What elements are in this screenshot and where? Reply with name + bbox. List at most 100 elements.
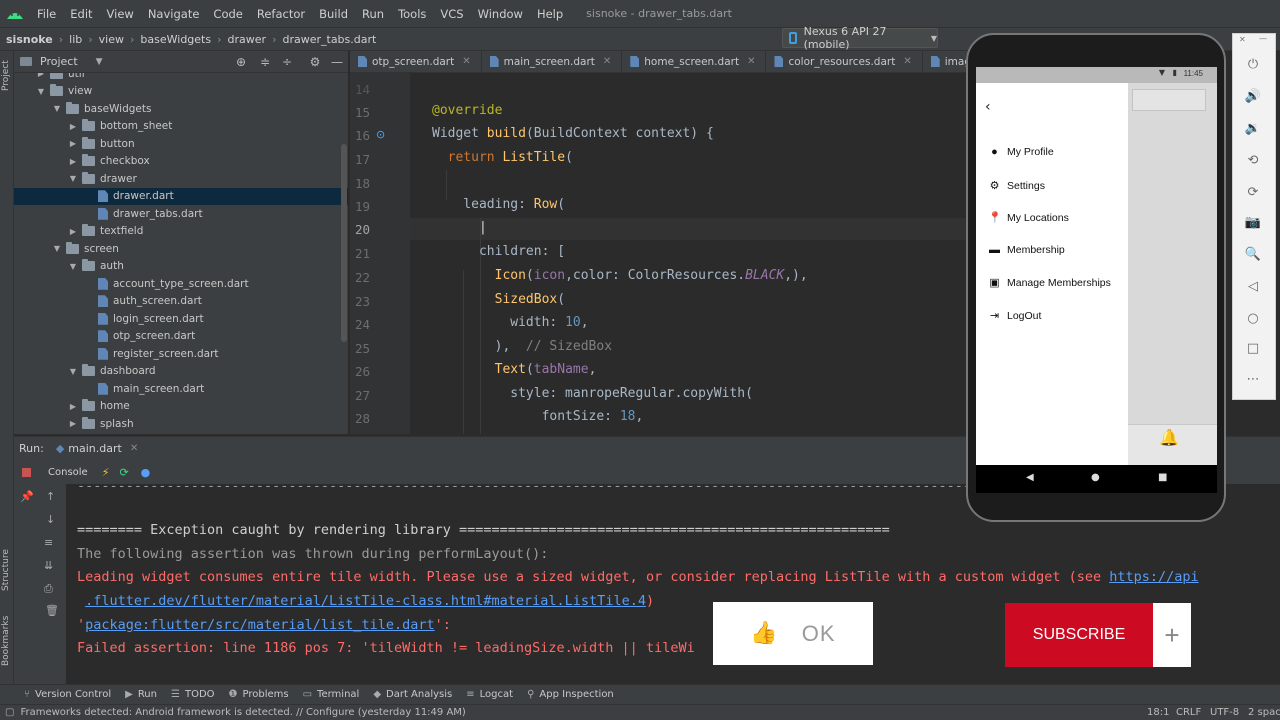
tree-file[interactable]: drawer_tabs.dart: [14, 205, 348, 223]
tree-folder[interactable]: ▶ home: [14, 398, 348, 416]
home-icon[interactable]: ○: [1243, 311, 1263, 326]
chevron-down-icon[interactable]: ▼: [68, 262, 78, 271]
minimize-icon[interactable]: —: [1259, 34, 1267, 43]
minimize-icon[interactable]: —: [330, 55, 344, 69]
scroll-to-end-icon[interactable]: ⇊: [44, 559, 53, 572]
menu-window[interactable]: Window: [471, 7, 530, 21]
side-tab-project[interactable]: Project: [1, 60, 11, 91]
subscribe-button[interactable]: SUBSCRIBE: [1005, 603, 1153, 667]
run-config-tab[interactable]: main.dart: [68, 442, 122, 455]
hot-reload-icon[interactable]: ⚡: [102, 466, 110, 479]
tool-dart-analysis[interactable]: ◆ Dart Analysis: [373, 689, 452, 700]
close-icon[interactable]: ✕: [903, 56, 911, 67]
drawer-item[interactable]: ▣ Manage Memberships: [988, 276, 1111, 290]
docs-link-continued[interactable]: .flutter.dev/flutter/material/ListTile-c…: [85, 593, 646, 609]
hot-restart-icon[interactable]: ⟳: [119, 466, 128, 479]
tree-file[interactable]: login_screen.dart: [14, 310, 348, 328]
rotate-right-icon[interactable]: ⟳: [1243, 185, 1263, 200]
locate-icon[interactable]: ⊕: [234, 55, 248, 69]
chevron-down-icon[interactable]: ▼: [68, 367, 78, 376]
plus-button[interactable]: +: [1153, 603, 1191, 667]
chevron-down-icon[interactable]: ▼: [68, 174, 78, 183]
chevron-down-icon[interactable]: ▼: [96, 57, 103, 67]
menu-tools[interactable]: Tools: [391, 7, 433, 21]
side-tab-bookmarks[interactable]: Bookmarks: [1, 616, 11, 666]
menu-edit[interactable]: Edit: [63, 7, 99, 21]
chevron-right-icon[interactable]: ▶: [68, 419, 78, 428]
devtools-icon[interactable]: ●: [141, 466, 151, 479]
tree-folder[interactable]: ▶ bottom_sheet: [14, 118, 348, 136]
zoom-icon[interactable]: 🔍: [1243, 247, 1263, 262]
tree-folder[interactable]: ▶ checkbox: [14, 153, 348, 171]
back-icon[interactable]: ◁: [1243, 279, 1263, 294]
override-gutter-icon[interactable]: ⊙: [376, 128, 385, 141]
gear-icon[interactable]: ⚙: [308, 55, 322, 69]
breadcrumb-file[interactable]: drawer_tabs.dart: [282, 33, 376, 46]
breadcrumb-view[interactable]: view: [99, 33, 124, 46]
drawer-item[interactable]: ⚙ Settings: [988, 179, 1045, 193]
tab-otp-screen[interactable]: otp_screen.dart ✕: [350, 51, 482, 72]
chevron-down-icon[interactable]: ▼: [52, 104, 62, 113]
arrow-up-icon[interactable]: ↑: [46, 490, 55, 503]
tree-folder[interactable]: ▶ textfield: [14, 223, 348, 241]
pin-icon[interactable]: 📌: [20, 490, 34, 503]
volume-up-icon[interactable]: 🔊: [1243, 89, 1263, 104]
tree-file[interactable]: otp_screen.dart: [14, 328, 348, 346]
breadcrumb-lib[interactable]: lib: [69, 33, 82, 46]
chevron-down-icon[interactable]: ▼: [52, 244, 62, 253]
console-tab[interactable]: Console: [48, 467, 88, 478]
close-icon[interactable]: ✕: [462, 56, 470, 67]
expand-all-icon[interactable]: ≑: [258, 55, 272, 69]
arrow-down-icon[interactable]: ↓: [46, 513, 55, 526]
tool-version-control[interactable]: ⑂ Version Control: [24, 689, 111, 700]
menu-view[interactable]: View: [100, 7, 141, 21]
device-selector[interactable]: Nexus 6 API 27 (mobile) ▼: [782, 25, 938, 51]
tree-folder[interactable]: ▼ dashboard: [14, 363, 348, 381]
package-link[interactable]: package:flutter/src/material/list_tile.d…: [85, 617, 435, 633]
volume-down-icon[interactable]: 🔉: [1243, 121, 1263, 136]
soft-wrap-icon[interactable]: ≡: [44, 536, 53, 549]
menu-refactor[interactable]: Refactor: [250, 7, 312, 21]
tree-file[interactable]: account_type_screen.dart: [14, 275, 348, 293]
breadcrumb-project[interactable]: sisnoke: [6, 33, 53, 46]
stop-icon[interactable]: [22, 467, 31, 477]
collapse-all-icon[interactable]: ÷: [280, 55, 294, 69]
chevron-down-icon[interactable]: ▼: [36, 87, 46, 96]
drawer-item[interactable]: ▬ Membership: [988, 244, 1065, 256]
power-icon[interactable]: ⏻: [1243, 57, 1263, 72]
cursor-position[interactable]: 18:1: [1147, 707, 1169, 718]
chevron-right-icon[interactable]: ▶: [68, 122, 78, 131]
file-encoding[interactable]: UTF-8: [1210, 707, 1239, 718]
breadcrumb-drawer[interactable]: drawer: [228, 33, 267, 46]
tree-file[interactable]: main_screen.dart: [14, 380, 348, 398]
menu-file[interactable]: File: [30, 7, 63, 21]
overview-icon[interactable]: □: [1243, 341, 1263, 356]
tab-color-resources[interactable]: color_resources.dart ✕: [766, 51, 923, 72]
tree-folder[interactable]: ▶ button: [14, 135, 348, 153]
tree-folder[interactable]: ▼ auth: [14, 258, 348, 276]
nav-home-icon[interactable]: ●: [1091, 472, 1100, 483]
indent-setting[interactable]: 2 spac: [1248, 707, 1280, 718]
tree-folder[interactable]: ▼ view: [14, 83, 348, 101]
chevron-right-icon[interactable]: ▶: [68, 402, 78, 411]
side-tab-structure[interactable]: Structure: [1, 549, 11, 591]
nav-recents-icon[interactable]: ■: [1158, 472, 1167, 483]
menu-run[interactable]: Run: [355, 7, 391, 21]
project-panel-header[interactable]: Project ▼: [14, 51, 348, 73]
drawer-item[interactable]: 📍 My Locations: [988, 211, 1069, 225]
close-icon[interactable]: ✕: [1239, 35, 1246, 44]
tree-file[interactable]: auth_screen.dart: [14, 293, 348, 311]
tree-file[interactable]: drawer.dart: [14, 187, 348, 205]
nav-back-icon[interactable]: ◀: [1026, 472, 1034, 483]
menu-vcs[interactable]: VCS: [433, 7, 470, 21]
project-tree-scrollbar[interactable]: [341, 144, 347, 342]
tree-folder[interactable]: ▶ splash: [14, 415, 348, 433]
tree-file[interactable]: register_screen.dart: [14, 345, 348, 363]
status-message[interactable]: Frameworks detected: Android framework i…: [20, 707, 465, 718]
chevron-right-icon[interactable]: ▶: [68, 227, 78, 236]
back-arrow-icon[interactable]: ‹: [985, 99, 991, 115]
menu-navigate[interactable]: Navigate: [141, 7, 207, 21]
rotate-left-icon[interactable]: ⟲: [1243, 153, 1263, 168]
close-icon[interactable]: ✕: [747, 56, 755, 67]
tool-problems[interactable]: ❶ Problems: [229, 689, 289, 700]
